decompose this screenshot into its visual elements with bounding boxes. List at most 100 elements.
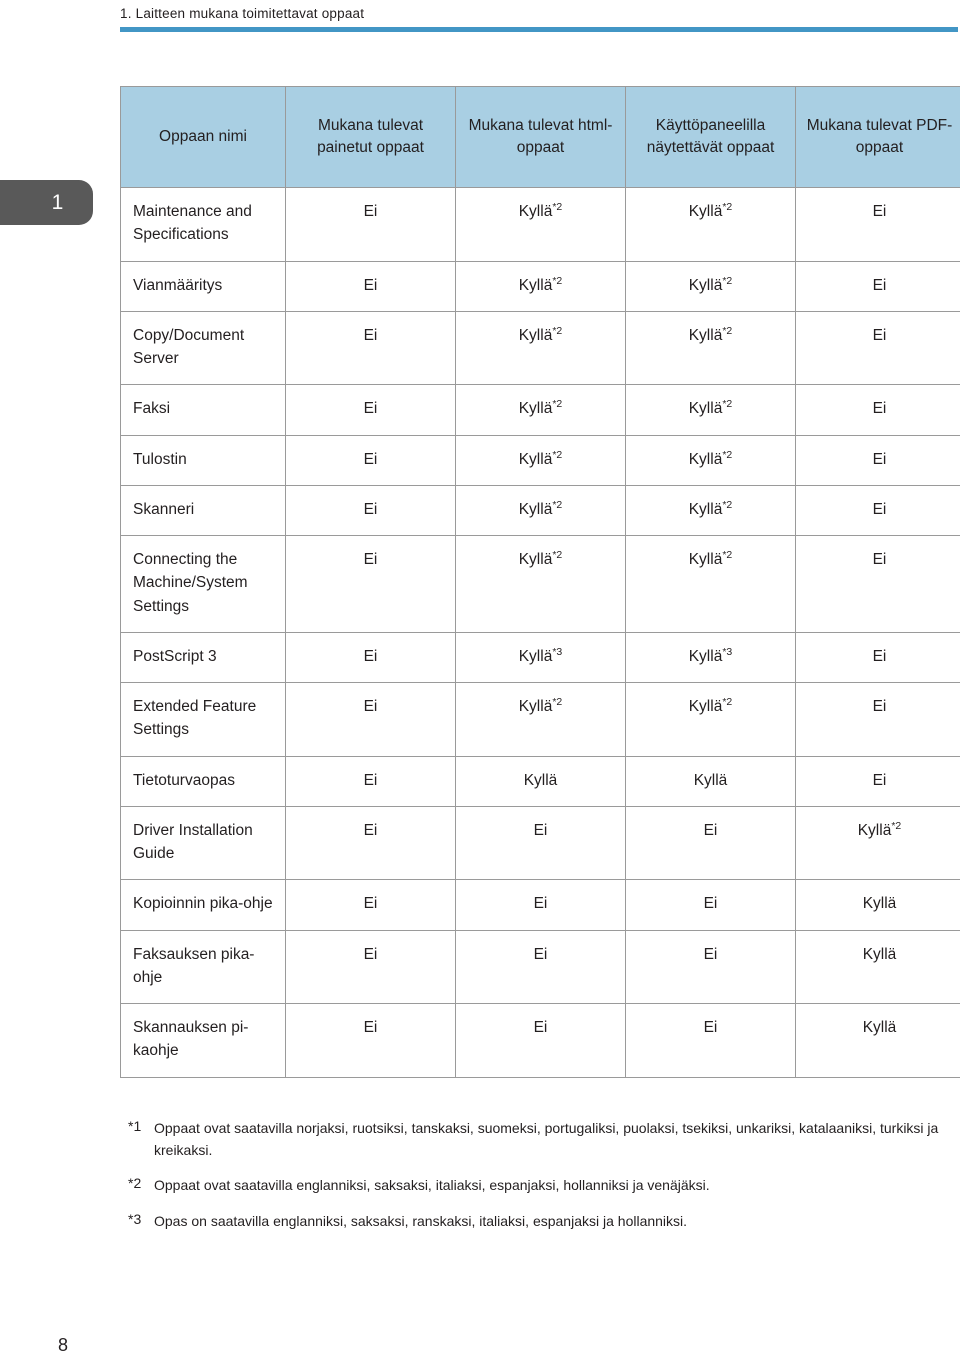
cell-availability: Kyllä*2 (625, 384, 796, 436)
table-row: Tietoturvaopas Ei Kyllä Kyllä Ei (120, 755, 960, 807)
footnote-item: *2 Oppaat ovat saatavilla englanniksi, sa… (120, 1175, 958, 1197)
cell-availability: Ei (285, 631, 456, 684)
table-row: Maintenance and Specifications Ei Kyllä*2 K… (120, 187, 960, 262)
footnote-reference: *3 (552, 645, 563, 658)
cell-availability: Ei (285, 187, 456, 262)
cell-guide-name: PostScript 3 (120, 631, 286, 684)
cell-availability: Kyllä*2 (625, 260, 796, 312)
cell-availability: Kyllä*2 (455, 310, 626, 386)
cell-availability: Ei (285, 1003, 456, 1078)
cell-availability: Ei (285, 929, 456, 1004)
table-row: Driver Installation Guide Ei Ei Ei Kyllä*2 (120, 805, 960, 881)
cell-availability: Kyllä*3 (455, 631, 626, 684)
footnote-reference: *2 (552, 548, 563, 561)
cell-availability: Ei (795, 434, 960, 486)
footnote-text: Oppaat ovat saatavilla norjaksi, ruotsik… (154, 1120, 939, 1158)
cell-availability: Ei (285, 310, 456, 386)
cell-availability: Ei (795, 260, 960, 312)
cell-availability: Kyllä*3 (625, 631, 796, 684)
cell-guide-name: Maintenance and Specifications (120, 187, 286, 262)
table-row: Copy/Document Server Ei Kyllä*2 Kyllä*2 Ei (120, 310, 960, 386)
cell-availability: Kyllä (455, 755, 626, 807)
table-row: Connecting the Machine/System Settings Ei… (120, 535, 960, 633)
footnote-reference: *2 (552, 274, 563, 287)
cell-availability: Kyllä (795, 879, 960, 931)
cell-guide-name: Copy/Document Server (120, 310, 286, 386)
cell-availability: Ei (455, 805, 626, 881)
column-header-html-guides: Mukana tulevat html-oppaat (455, 86, 626, 188)
cell-guide-name: Skannauksen pi-kaohje (120, 1003, 286, 1078)
footnote-marker: *1 (128, 1118, 142, 1134)
cell-availability: Ei (285, 879, 456, 931)
footnote-text: Oppaat ovat saatavilla englanniksi, saks… (154, 1177, 710, 1194)
cell-availability: Ei (625, 929, 796, 1004)
cell-availability: Ei (285, 805, 456, 881)
footnote-reference: *2 (722, 274, 733, 287)
cell-guide-name: Skanneri (120, 484, 286, 537)
cell-availability: Ei (795, 682, 960, 757)
footnote-reference: *2 (552, 498, 563, 511)
footnote-reference: *2 (552, 398, 563, 411)
cell-availability: Kyllä*2 (625, 682, 796, 757)
footnote-text: Opas on saatavilla englanniksi, saksaksi… (154, 1213, 688, 1230)
footnote-reference: *2 (552, 448, 563, 461)
table-row: Tulostin Ei Kyllä*2 Kyllä*2 Ei (120, 434, 960, 486)
page-folio-number: 8 (58, 1335, 69, 1355)
cell-availability: Ei (795, 187, 960, 262)
cell-availability: Ei (625, 879, 796, 931)
table-row: Vianmääritys Ei Kyllä*2 Kyllä*2 Ei (120, 260, 960, 312)
table-row: Faksi Ei Kyllä*2 Kyllä*2 Ei (120, 384, 960, 436)
footnote-item: *1 Oppaat ovat saatavilla norjaksi, ruots… (120, 1118, 958, 1161)
cell-availability: Ei (625, 805, 796, 881)
cell-availability: Kyllä*2 (455, 187, 626, 262)
cell-guide-name: Tulostin (120, 434, 286, 486)
footnote-reference: *2 (722, 498, 733, 511)
cell-availability: Kyllä*2 (455, 682, 626, 757)
cell-availability: Kyllä*2 (795, 805, 960, 881)
footnote-reference: *3 (722, 645, 733, 658)
cell-availability: Ei (795, 755, 960, 807)
chapter-tab-number: 1 (51, 190, 64, 214)
footnote-reference: *2 (722, 695, 733, 708)
cell-availability: Ei (795, 631, 960, 684)
cell-availability: Ei (795, 535, 960, 633)
cell-guide-name: Connecting the Machine/System Settings (120, 535, 286, 633)
column-header-pdf-guides: Mukana tulevat PDF-oppaat (795, 86, 960, 188)
cell-availability: Ei (795, 484, 960, 537)
column-header-guide-name: Oppaan nimi (120, 86, 286, 188)
guides-availability-table: Oppaan nimi Mukana tulevat painetut oppa… (120, 86, 960, 1078)
footnote-marker: *3 (128, 1211, 142, 1228)
cell-availability: Kyllä*2 (455, 260, 626, 312)
cell-guide-name: Vianmääritys (120, 260, 286, 312)
cell-availability: Kyllä (795, 1003, 960, 1078)
cell-guide-name: Faksi (120, 384, 286, 436)
table-header-row: Oppaan nimi Mukana tulevat painetut oppa… (120, 86, 960, 188)
header-rule-divider (120, 27, 958, 32)
footnote-reference: *2 (552, 695, 563, 708)
cell-availability: Kyllä*2 (455, 484, 626, 537)
footnote-marker: *2 (128, 1175, 142, 1192)
table-row: Extended Feature Settings Ei Kyllä*2 Kyllä*… (120, 682, 960, 757)
table-row: Skanneri Ei Kyllä*2 Kyllä*2 Ei (120, 484, 960, 537)
table-row: Faksauksen pika-ohje Ei Ei Ei Kyllä (120, 929, 960, 1004)
footnote-reference: *2 (722, 448, 733, 461)
footnote-reference: *2 (722, 200, 733, 213)
cell-guide-name: Kopioinnin pika-ohje (120, 879, 286, 931)
cell-availability: Ei (795, 384, 960, 436)
cell-availability: Kyllä (795, 929, 960, 1004)
cell-availability: Ei (285, 682, 456, 757)
cell-availability: Ei (455, 1003, 626, 1078)
cell-availability: Kyllä*2 (455, 434, 626, 486)
footnote-reference: *2 (891, 819, 902, 832)
cell-guide-name: Driver Installation Guide (120, 805, 286, 881)
footnote-reference: *2 (722, 324, 733, 337)
cell-availability: Ei (285, 260, 456, 312)
table-body: Maintenance and Specifications Ei Kyllä*2 K… (120, 187, 960, 1078)
footnote-reference: *2 (552, 324, 563, 337)
column-header-control-panel-guides: Käyttöpaneelilla näytettävät oppaat (625, 86, 796, 188)
cell-availability: Kyllä (625, 755, 796, 807)
cell-availability: Kyllä*2 (625, 484, 796, 537)
table-row: PostScript 3 Ei Kyllä*3 Kyllä*3 Ei (120, 631, 960, 684)
cell-availability: Ei (285, 434, 456, 486)
footnotes-block: *1 Oppaat ovat saatavilla norjaksi, ruots… (120, 1118, 958, 1247)
